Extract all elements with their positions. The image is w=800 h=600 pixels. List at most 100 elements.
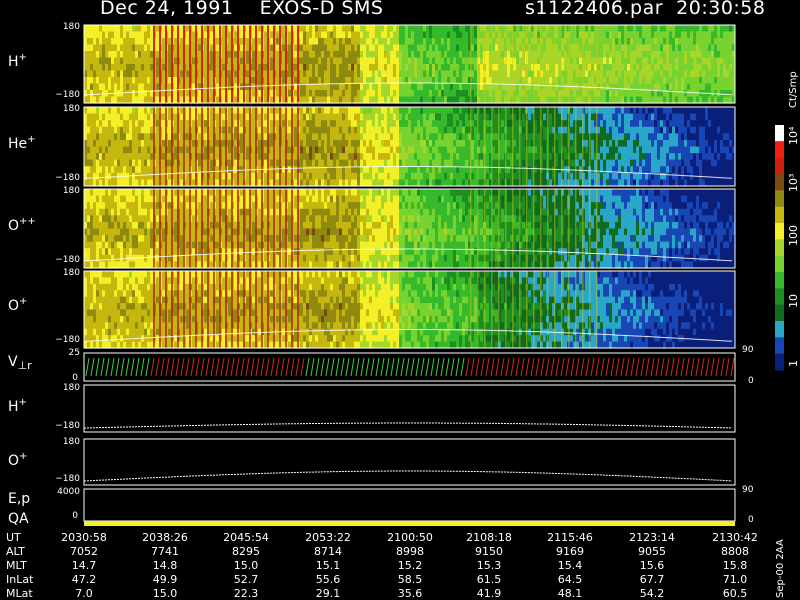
- spectrogram-panel-1: [83, 24, 736, 104]
- table-cell: 14.8: [153, 559, 178, 572]
- panel-4-ymax: 180: [63, 268, 80, 278]
- table-cell: 48.1: [558, 587, 583, 600]
- table-cell: 8295: [232, 545, 260, 558]
- table-row-label: MLT: [6, 559, 27, 572]
- panel-1-label: H+: [8, 52, 27, 70]
- velocity-right-min: 0: [748, 376, 754, 386]
- ep-ymin: 0: [72, 511, 78, 521]
- velocity-panel: [83, 352, 736, 382]
- colorbar-segment: [775, 174, 784, 191]
- line-panel-1-ymax: 180: [63, 383, 80, 393]
- ep-right-min: 0: [748, 515, 754, 525]
- colorbar-segment: [775, 288, 784, 306]
- velocity-ymin: 0: [72, 373, 78, 383]
- table-cell: 8714: [314, 545, 342, 558]
- table-cell: 9169: [556, 545, 584, 558]
- colorbar-segment: [775, 157, 784, 175]
- ep-right-max: 90: [742, 485, 754, 495]
- velocity-panel-label: V⊥r: [8, 354, 32, 372]
- line-panel-2-ymax: 180: [63, 437, 80, 447]
- line-panel-2-ymin: −180: [55, 474, 80, 484]
- ep-panel: [83, 488, 736, 522]
- colorbar-tick: 10⁴: [787, 126, 800, 145]
- spectrogram-panel-2: [83, 106, 736, 187]
- table-row-label: UT: [6, 531, 21, 544]
- spectrogram-panel-3: [83, 188, 736, 269]
- qa-label: QA: [8, 511, 29, 527]
- colorbar-segment: [775, 141, 784, 159]
- spectrogram-figure: H+ 180 −180 He+ 180 −180 O++ 180 −180 O+ 180 −180 V⊥…: [6, 22, 800, 600]
- table-cell: 8998: [396, 545, 424, 558]
- table-cell: 47.2: [72, 573, 97, 586]
- table-cell: 15.6: [640, 559, 665, 572]
- table-cell: 2115:46: [547, 531, 593, 544]
- line-panel-1-label: H+: [8, 397, 27, 415]
- table-cell: 2130:42: [712, 531, 758, 544]
- table-cell: 2100:50: [387, 531, 433, 544]
- velocity-ymax: 25: [69, 348, 80, 358]
- line-panel-2-label: O+: [8, 451, 27, 469]
- table-cell: 9055: [638, 545, 666, 558]
- table-cell: 2108:18: [466, 531, 512, 544]
- table-cell: 64.5: [558, 573, 583, 586]
- table-cell: 29.1: [316, 587, 341, 600]
- table-cell: 55.6: [316, 573, 341, 586]
- colorbar-segment: [775, 353, 784, 371]
- velocity-right-max: 90: [742, 345, 754, 355]
- colorbar-segment: [775, 272, 784, 289]
- table-cell: 14.7: [72, 559, 97, 572]
- table-cell: 15.0: [234, 559, 259, 572]
- table-cell: 7.0: [75, 587, 93, 600]
- panel-3-ymin: −180: [55, 255, 80, 265]
- table-cell: 15.2: [398, 559, 423, 572]
- colorbar-tick: 10³: [787, 174, 800, 192]
- colorbar-unit: Ct/Smp: [788, 71, 799, 108]
- panel-4-ymin: −180: [55, 335, 80, 345]
- ep-label: E,p: [8, 491, 30, 507]
- table-cell: 67.7: [640, 573, 665, 586]
- table-row-label: InLat: [6, 573, 34, 586]
- table-cell: 15.3: [477, 559, 502, 572]
- colorbar-segment: [775, 223, 784, 240]
- table-cell: 71.0: [723, 573, 748, 586]
- qa-bar: [84, 521, 735, 526]
- colorbar-segment: [775, 206, 784, 224]
- line-panel-1: [83, 384, 736, 433]
- colorbar-segment: [775, 239, 784, 257]
- table-cell: 9150: [475, 545, 503, 558]
- table-cell: 58.5: [398, 573, 423, 586]
- table-cell: 41.9: [477, 587, 502, 600]
- table-cell: 7741: [151, 545, 179, 558]
- table-cell: 2030:58: [61, 531, 107, 544]
- ep-ymax: 4000: [57, 487, 80, 497]
- panel-2-label: He+: [8, 134, 36, 152]
- table-cell: 15.1: [316, 559, 341, 572]
- panel-3-label: O++: [8, 216, 36, 234]
- colorbar-segment: [775, 321, 784, 338]
- table-cell: 54.2: [640, 587, 665, 600]
- panel-1-ymax: 180: [63, 22, 80, 32]
- table-cell: 60.5: [723, 587, 748, 600]
- colorbar-segment: [775, 304, 784, 322]
- spectrogram-panel-4: [83, 270, 736, 349]
- panel-1-ymin: −180: [55, 90, 80, 100]
- panel-4-label: O+: [8, 296, 27, 314]
- colorbar-segment: [775, 337, 784, 355]
- panel-2-ymax: 180: [63, 104, 80, 114]
- colorbar-segment: [775, 255, 784, 273]
- colorbar-tick: 10: [787, 294, 800, 308]
- table-cell: 35.6: [398, 587, 423, 600]
- table-cell: 22.3: [234, 587, 259, 600]
- table-cell: 52.7: [234, 573, 259, 586]
- line-panel-2: [83, 438, 736, 486]
- panel-3-ymax: 180: [63, 186, 80, 196]
- table-cell: 15.4: [558, 559, 583, 572]
- table-cell: 2038:26: [142, 531, 188, 544]
- colorbar-tick: 1: [787, 360, 800, 367]
- table-cell: 49.9: [153, 573, 178, 586]
- table-cell: 7052: [70, 545, 98, 558]
- table-row-label: ALT: [6, 545, 25, 558]
- table-cell: 61.5: [477, 573, 502, 586]
- line-panel-1-ymin: −180: [55, 421, 80, 431]
- table-cell: 2045:54: [223, 531, 269, 544]
